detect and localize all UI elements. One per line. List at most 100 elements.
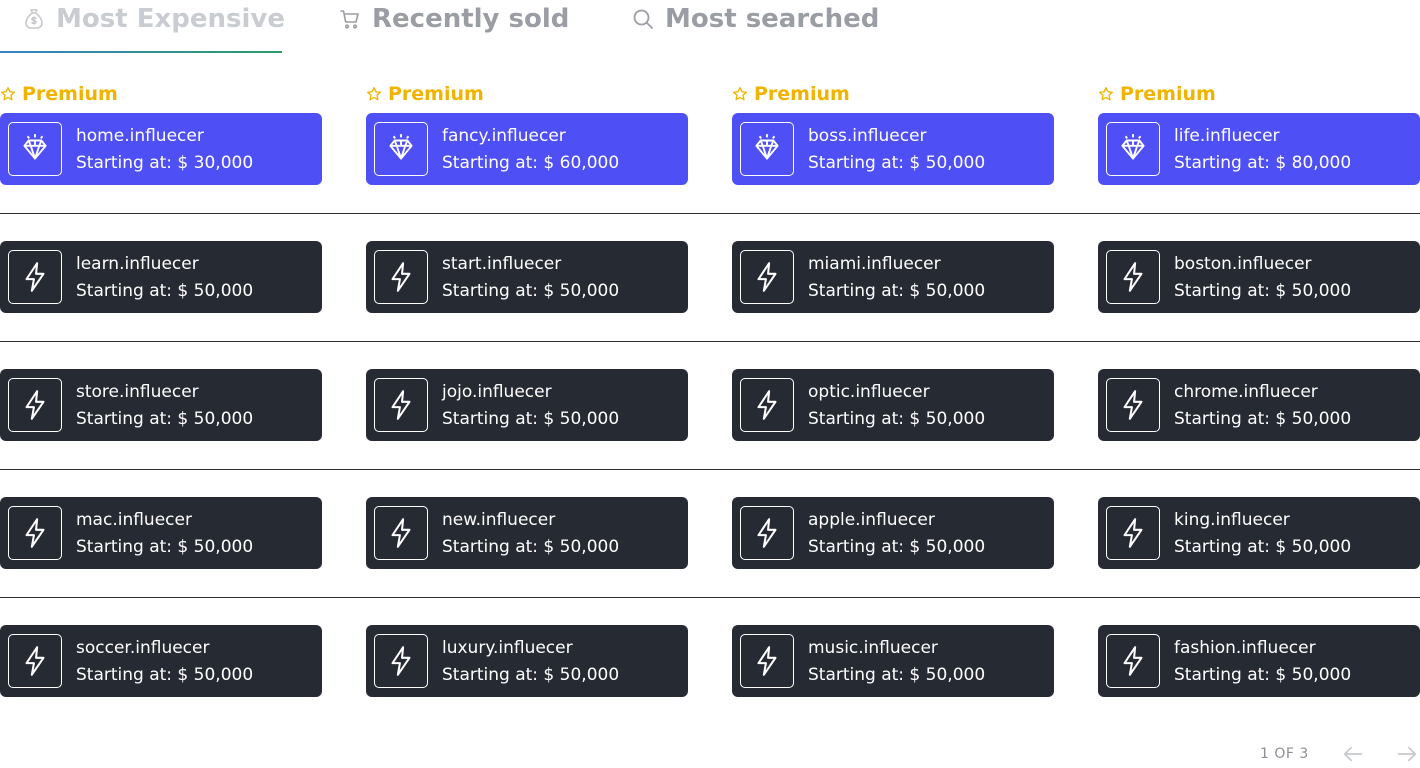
lightning-icon — [1106, 506, 1160, 560]
tab-most-expensive[interactable]: Most Expensive — [22, 0, 285, 38]
lightning-icon — [8, 634, 62, 688]
lightning-icon — [374, 378, 428, 432]
domain-name: miami.influecer — [808, 253, 941, 274]
lightning-icon — [8, 506, 62, 560]
domain-price: Starting at: $ 50,000 — [1174, 664, 1352, 685]
star-icon — [367, 87, 381, 101]
premium-text: Premium — [1120, 83, 1216, 105]
domain-name: learn.influecer — [76, 253, 199, 274]
domain-price: Starting at: $ 30,000 — [76, 152, 254, 173]
premium-label: Premium — [732, 82, 850, 106]
domain-name: fancy.influecer — [442, 125, 566, 146]
domain-price: Starting at: $ 50,000 — [76, 536, 254, 557]
domain-name: new.influecer — [442, 509, 556, 530]
domain-price: Starting at: $ 50,000 — [808, 536, 986, 557]
domain-price: Starting at: $ 60,000 — [442, 152, 620, 173]
lightning-icon — [740, 378, 794, 432]
domain-card[interactable]: apple.influecer Starting at: $ 50,000 — [732, 497, 1054, 569]
domain-card-premium[interactable]: fancy.influecer Starting at: $ 60,000 — [366, 113, 688, 185]
domain-name: store.influecer — [76, 381, 199, 402]
domain-card[interactable]: mac.influecer Starting at: $ 50,000 — [0, 497, 322, 569]
arrow-left-icon[interactable] — [1342, 744, 1364, 764]
premium-text: Premium — [388, 83, 484, 105]
domain-price: Starting at: $ 50,000 — [76, 280, 254, 301]
domain-name: music.influecer — [808, 637, 938, 658]
domain-name: fashion.influecer — [1174, 637, 1316, 658]
domain-card-premium[interactable]: life.influecer Starting at: $ 80,000 — [1098, 113, 1420, 185]
domain-price: Starting at: $ 50,000 — [808, 280, 986, 301]
premium-text: Premium — [754, 83, 850, 105]
category-tabs: Most Expensive Recently sold Most search… — [0, 0, 1420, 54]
domain-name: mac.influecer — [76, 509, 192, 530]
tab-label: Most searched — [665, 4, 880, 34]
domain-card[interactable]: music.influecer Starting at: $ 50,000 — [732, 625, 1054, 697]
premium-label: Premium — [366, 82, 484, 106]
star-icon — [733, 87, 747, 101]
premium-label: Premium — [1098, 82, 1216, 106]
domain-card[interactable]: king.influecer Starting at: $ 50,000 — [1098, 497, 1420, 569]
star-icon — [1099, 87, 1113, 101]
row-divider — [0, 469, 1420, 470]
domain-name: jojo.influecer — [442, 381, 552, 402]
domain-card-premium[interactable]: boss.influecer Starting at: $ 50,000 — [732, 113, 1054, 185]
search-icon — [631, 7, 655, 31]
lightning-icon — [1106, 250, 1160, 304]
cart-icon — [338, 7, 362, 31]
domain-name: optic.influecer — [808, 381, 930, 402]
domain-card[interactable]: start.influecer Starting at: $ 50,000 — [366, 241, 688, 313]
domain-name: life.influecer — [1174, 125, 1280, 146]
domain-card[interactable]: store.influecer Starting at: $ 50,000 — [0, 369, 322, 441]
domain-name: home.influecer — [76, 125, 204, 146]
active-tab-indicator — [0, 51, 282, 53]
domain-price: Starting at: $ 50,000 — [76, 408, 254, 429]
tab-recently-sold[interactable]: Recently sold — [338, 0, 569, 38]
row-divider — [0, 597, 1420, 598]
domain-card[interactable]: jojo.influecer Starting at: $ 50,000 — [366, 369, 688, 441]
tab-label: Most Expensive — [56, 4, 285, 34]
domain-card[interactable]: learn.influecer Starting at: $ 50,000 — [0, 241, 322, 313]
lightning-icon — [8, 378, 62, 432]
premium-text: Premium — [22, 83, 118, 105]
domain-price: Starting at: $ 50,000 — [1174, 280, 1352, 301]
domain-price: Starting at: $ 50,000 — [808, 408, 986, 429]
domain-name: boss.influecer — [808, 125, 927, 146]
arrow-right-icon[interactable] — [1396, 744, 1418, 764]
domain-card[interactable]: boston.influecer Starting at: $ 50,000 — [1098, 241, 1420, 313]
diamond-icon — [374, 122, 428, 176]
domain-card[interactable]: optic.influecer Starting at: $ 50,000 — [732, 369, 1054, 441]
lightning-icon — [740, 506, 794, 560]
domain-price: Starting at: $ 50,000 — [808, 664, 986, 685]
domain-price: Starting at: $ 80,000 — [1174, 152, 1352, 173]
domain-card[interactable]: chrome.influecer Starting at: $ 50,000 — [1098, 369, 1420, 441]
lightning-icon — [740, 250, 794, 304]
tab-most-searched[interactable]: Most searched — [631, 0, 879, 38]
domain-card[interactable]: soccer.influecer Starting at: $ 50,000 — [0, 625, 322, 697]
domain-name: chrome.influecer — [1174, 381, 1318, 402]
lightning-icon — [374, 634, 428, 688]
row-divider — [0, 341, 1420, 342]
domain-price: Starting at: $ 50,000 — [442, 664, 620, 685]
domain-name: apple.influecer — [808, 509, 935, 530]
domain-card[interactable]: miami.influecer Starting at: $ 50,000 — [732, 241, 1054, 313]
diamond-icon — [8, 122, 62, 176]
domain-name: start.influecer — [442, 253, 562, 274]
domain-name: soccer.influecer — [76, 637, 210, 658]
premium-label: Premium — [0, 82, 118, 106]
domain-name: boston.influecer — [1174, 253, 1312, 274]
row-divider — [0, 213, 1420, 214]
domain-price: Starting at: $ 50,000 — [808, 152, 986, 173]
domain-price: Starting at: $ 50,000 — [76, 664, 254, 685]
domain-card-premium[interactable]: home.influecer Starting at: $ 30,000 — [0, 113, 322, 185]
domain-price: Starting at: $ 50,000 — [1174, 408, 1352, 429]
lightning-icon — [740, 634, 794, 688]
domain-card[interactable]: new.influecer Starting at: $ 50,000 — [366, 497, 688, 569]
domain-card[interactable]: fashion.influecer Starting at: $ 50,000 — [1098, 625, 1420, 697]
diamond-icon — [740, 122, 794, 176]
domain-name: luxury.influecer — [442, 637, 573, 658]
lightning-icon — [8, 250, 62, 304]
domain-price: Starting at: $ 50,000 — [442, 408, 620, 429]
lightning-icon — [1106, 634, 1160, 688]
domain-price: Starting at: $ 50,000 — [442, 280, 620, 301]
lightning-icon — [374, 506, 428, 560]
domain-card[interactable]: luxury.influecer Starting at: $ 50,000 — [366, 625, 688, 697]
